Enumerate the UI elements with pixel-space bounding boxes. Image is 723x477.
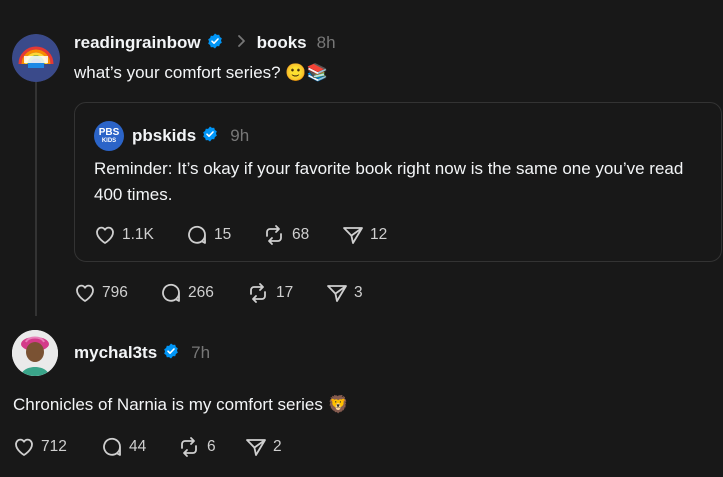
reply-button[interactable]: 44 [101, 436, 177, 458]
post-username[interactable]: mychal3ts [74, 343, 157, 363]
reply-button[interactable]: 266 [160, 282, 246, 304]
comment-icon [162, 283, 180, 302]
pbs-logo-bottom: KIDS [101, 137, 117, 144]
quoted-text: Reminder: It’s okay if your favorite boo… [94, 159, 684, 204]
like-button[interactable]: 1.1K [94, 225, 186, 245]
send-icon [343, 227, 363, 244]
like-button[interactable]: 796 [74, 283, 160, 303]
post-time: 8h [316, 33, 336, 52]
repost-icon [181, 437, 197, 457]
share-button[interactable]: 3 [326, 283, 363, 303]
share-count: 12 [370, 226, 388, 243]
share-count: 3 [354, 284, 363, 301]
share-button[interactable]: 2 [245, 437, 282, 457]
post-text: Chronicles of Narnia is my comfort serie… [13, 395, 349, 414]
thread-line [35, 82, 37, 316]
reply-count: 266 [188, 284, 214, 301]
heart-icon [96, 226, 114, 244]
repost-icon [266, 225, 282, 245]
repost-icon [250, 283, 266, 303]
verified-badge-icon [163, 343, 179, 364]
verified-badge-icon [202, 126, 218, 147]
quoted-time: 9h [230, 126, 250, 145]
community-link[interactable]: books [257, 33, 307, 53]
avatar-readingrainbow[interactable] [12, 34, 60, 82]
share-count: 2 [273, 438, 282, 455]
heart-icon [15, 438, 33, 456]
avatar-mychal3ts[interactable] [12, 330, 58, 376]
send-icon [246, 439, 266, 456]
repost-count: 6 [207, 438, 216, 455]
verified-badge-icon [207, 33, 223, 54]
repost-count: 68 [292, 226, 310, 243]
send-icon [327, 285, 347, 302]
repost-button[interactable]: 17 [246, 282, 326, 304]
like-count: 712 [41, 438, 67, 455]
repost-button[interactable]: 6 [177, 436, 245, 458]
share-button[interactable]: 12 [342, 225, 387, 245]
post-text: what’s your comfort series? 🙂📚 [74, 63, 328, 82]
post-username[interactable]: readingrainbow [74, 33, 201, 53]
reply-count: 15 [214, 226, 232, 243]
reply-button[interactable]: 15 [186, 224, 262, 246]
reply-count: 44 [129, 438, 147, 455]
repost-count: 17 [276, 284, 294, 301]
like-button[interactable]: 712 [13, 437, 101, 457]
pbs-logo-top: PBS [98, 126, 120, 138]
reading-rainbow-logo-icon [12, 34, 60, 82]
comment-icon [188, 225, 206, 244]
user-photo-icon [12, 330, 58, 376]
like-count: 1.1K [122, 226, 154, 243]
quoted-username[interactable]: pbskids [132, 126, 196, 146]
comment-icon [103, 437, 121, 456]
repost-button[interactable]: 68 [262, 224, 342, 246]
quoted-post[interactable]: PBS KIDS pbskids 9h Reminder: It’s okay … [74, 102, 722, 262]
chevron-right-icon [237, 34, 247, 53]
like-count: 796 [102, 284, 128, 301]
heart-icon [76, 284, 94, 302]
post-time: 7h [191, 343, 211, 362]
avatar-pbskids[interactable]: PBS KIDS [94, 121, 124, 151]
